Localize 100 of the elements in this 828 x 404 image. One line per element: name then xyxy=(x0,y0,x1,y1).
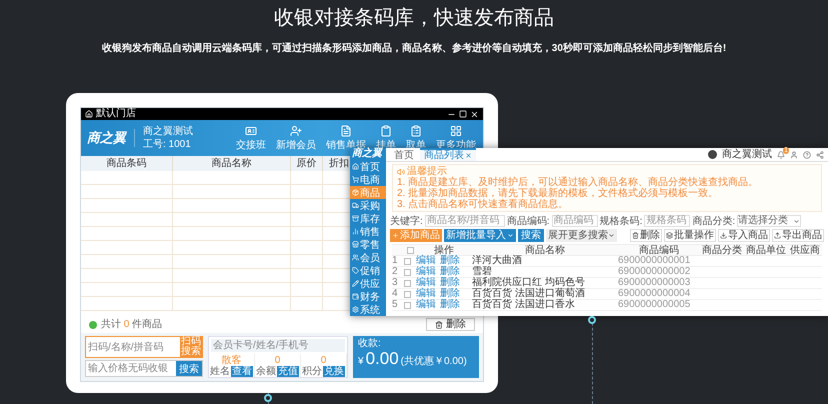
row-action-link[interactable]: 编辑 xyxy=(416,289,436,299)
dropdown-button[interactable]: 新增批量导入 xyxy=(444,229,516,242)
scan-search-button[interactable]: 扫码搜索 xyxy=(180,337,202,357)
id-card-icon xyxy=(245,124,257,136)
bell-icon[interactable] xyxy=(777,150,785,158)
filter-field[interactable]: 商品名称/拼音码 xyxy=(424,215,505,227)
search-button[interactable]: 搜索 xyxy=(518,229,544,242)
notice-text: 3. 点击商品名称可快速查看商品信息。 xyxy=(397,199,570,210)
row-action-link[interactable]: 删除 xyxy=(440,300,460,310)
filter-field[interactable]: 规格条码 xyxy=(644,215,690,227)
help-icon[interactable] xyxy=(803,150,811,158)
table-cell: 6900000000002 xyxy=(618,267,690,277)
row-number: 3 xyxy=(392,278,398,288)
column-header: 商品分类 xyxy=(700,245,744,256)
delete-button[interactable]: 删除 xyxy=(426,318,475,331)
column-header: 商品名称 xyxy=(472,245,618,256)
staff-id: 工号: 1001 xyxy=(143,139,192,150)
checkbox[interactable] xyxy=(406,246,414,254)
add-user-icon xyxy=(290,124,302,136)
member-action-button[interactable]: 兑换 xyxy=(323,366,345,376)
row-number: 4 xyxy=(392,289,398,299)
nav-item[interactable]: 库存 xyxy=(350,212,386,225)
notice-text: 1. 商品是建立库、及时维护后，可以通过输入商品名称、商品分类快速查找商品。 xyxy=(397,177,760,188)
row-action-link[interactable]: 编辑 xyxy=(416,278,436,288)
nav-item[interactable]: 供应 xyxy=(350,277,386,290)
page-subtitle: 收银狗发布商品自动调用云端条码库，可通过扫描条形码添加商品，商品名称、参考进价等自动填充，30秒即可添加商品轻松同步到智能后台! xyxy=(102,41,726,55)
filter-field[interactable]: 商品编码 xyxy=(552,215,598,227)
checkbox[interactable] xyxy=(404,268,411,276)
tab[interactable]: 商品列表 xyxy=(420,148,476,161)
connector-dot xyxy=(588,316,596,324)
nav-item[interactable]: 零售 xyxy=(350,238,386,251)
row-action-link[interactable]: 删除 xyxy=(440,289,460,299)
nav-item[interactable]: 销售 xyxy=(350,225,386,238)
row-action-link[interactable]: 删除 xyxy=(440,267,460,277)
member-field[interactable]: 会员卡号/姓名/手机号 xyxy=(211,339,345,352)
member-action-button[interactable]: 充值 xyxy=(277,366,299,376)
user-icon[interactable] xyxy=(790,150,798,158)
table-cell: 6900000000005 xyxy=(618,300,690,310)
table-cell: 百货百货 法国进口香水 xyxy=(472,300,575,310)
checkbox[interactable] xyxy=(404,302,411,308)
scan-field[interactable]: 扫码/名称/拼音码 扫码搜索 xyxy=(85,336,203,358)
store-name: 商之翼测试 xyxy=(143,126,194,137)
window-title: 默认门店 xyxy=(96,108,137,120)
users-icon xyxy=(352,254,359,261)
toolbar-button[interactable]: 新增会员 xyxy=(275,124,317,152)
column-header: 操作 xyxy=(416,245,472,256)
currency-sign: ¥ xyxy=(358,356,364,367)
row-number: 1 xyxy=(392,256,398,266)
archive-icon xyxy=(352,215,359,222)
action-button[interactable]: 批量操作 xyxy=(664,229,716,242)
checkbox[interactable] xyxy=(404,280,411,286)
nav-item[interactable]: 采购 xyxy=(350,199,386,212)
discount-text: (共优惠￥0.00) xyxy=(400,356,467,367)
nav-item[interactable]: 促销 xyxy=(350,264,386,277)
maximize-icon[interactable] xyxy=(459,110,467,118)
pencil-icon xyxy=(352,280,359,287)
action-button[interactable]: 删除 xyxy=(630,229,662,242)
caret-icon xyxy=(793,218,800,224)
column-header: 商品名称 xyxy=(173,156,291,171)
checkbox[interactable] xyxy=(404,258,411,264)
nav-item[interactable]: 电商 xyxy=(350,173,386,186)
add-product-button[interactable]: 添加商品 xyxy=(390,229,442,242)
search-button[interactable]: 搜索 xyxy=(176,361,202,376)
toolbar-button[interactable]: 交接班 xyxy=(235,124,267,152)
row-action-link[interactable]: 编辑 xyxy=(416,267,436,277)
price-field[interactable]: 输入价格无码收银 搜索 xyxy=(85,360,203,377)
row-action-link[interactable]: 编辑 xyxy=(416,300,436,310)
row-number: 2 xyxy=(392,267,398,277)
caret-icon xyxy=(608,232,615,239)
cart-icon xyxy=(352,176,359,183)
clipboard-icon xyxy=(380,124,392,136)
member-value: 0 xyxy=(274,354,280,366)
action-button[interactable]: 导出商品 xyxy=(772,229,824,242)
tab[interactable]: 首页 xyxy=(390,148,418,161)
filter-label: 关键字: xyxy=(390,216,423,226)
checkbox[interactable] xyxy=(404,290,411,298)
table-cell: 福利院供应口红 均码色号 xyxy=(472,278,585,288)
nav-item[interactable]: 商品 xyxy=(350,186,386,199)
member-action-button[interactable]: 查看 xyxy=(231,366,253,376)
row-action-link[interactable]: 删除 xyxy=(440,256,460,266)
notice-text: 2. 批量添加商品数据，请先下载最新的模板，文件格式必须与模板一致。 xyxy=(397,188,720,199)
row-action-link[interactable]: 编辑 xyxy=(416,256,436,266)
nav-item[interactable]: 会员 xyxy=(350,251,386,264)
logo: 商之翼 xyxy=(87,129,135,147)
tag-icon xyxy=(352,267,359,274)
column-header: 商品编码 xyxy=(618,245,700,256)
page-title: 收银对接条码库，快速发布商品 xyxy=(274,6,554,31)
more-search-button[interactable]: 展开更多搜索 xyxy=(546,229,617,242)
nav-item[interactable]: 系统 xyxy=(350,303,386,316)
package-icon xyxy=(352,189,359,196)
category-select[interactable]: 请选择分类 xyxy=(737,215,802,227)
caret-icon xyxy=(507,232,514,239)
nav-item[interactable]: 首页 xyxy=(350,160,386,173)
share-icon[interactable] xyxy=(816,150,824,158)
table-cell: 6900000000004 xyxy=(618,289,690,299)
member-label: 积分 xyxy=(302,366,322,376)
row-action-link[interactable]: 删除 xyxy=(440,278,460,288)
column-header: 原价 xyxy=(291,156,323,171)
nav-item[interactable]: 财务 xyxy=(350,290,386,303)
action-button[interactable]: 导入商品 xyxy=(718,229,770,242)
